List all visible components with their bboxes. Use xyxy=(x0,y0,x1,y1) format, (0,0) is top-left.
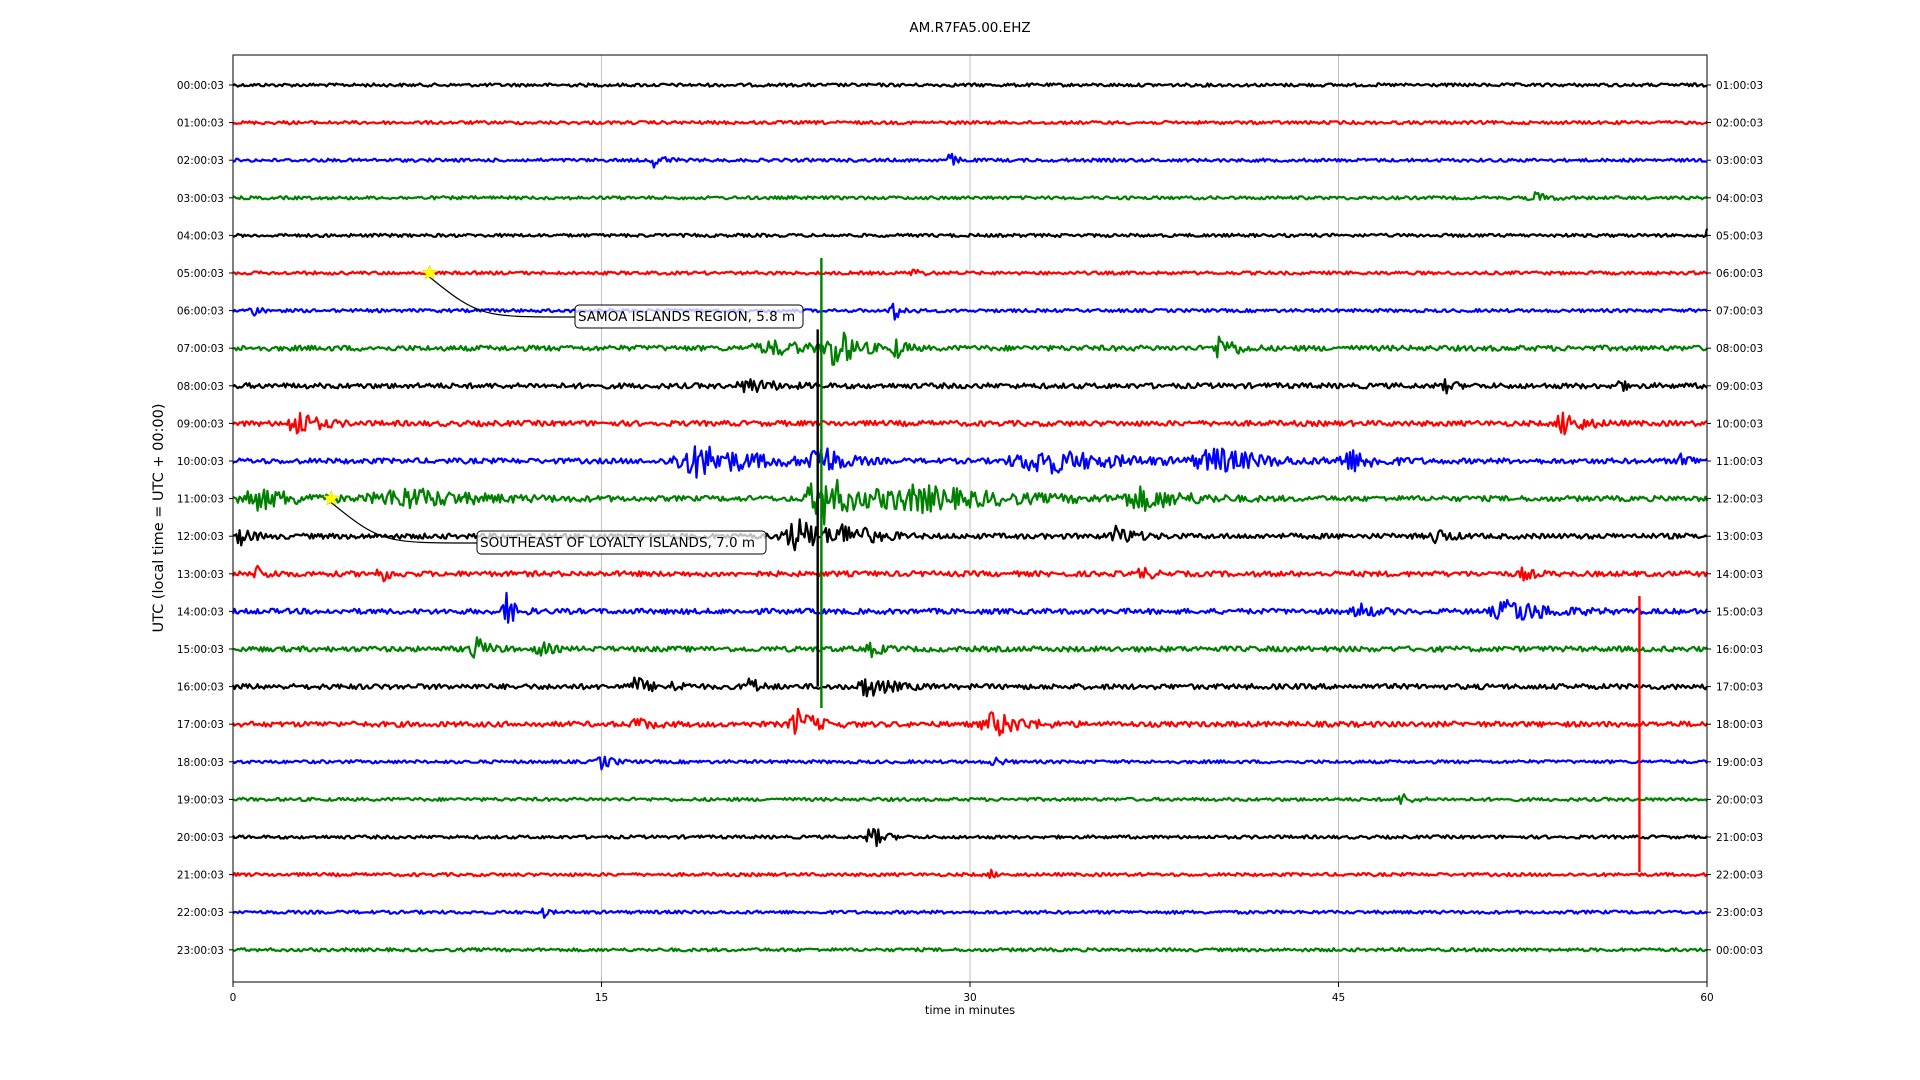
left-time-label: 22:00:03 xyxy=(177,907,224,919)
left-time-label: 17:00:03 xyxy=(177,719,224,731)
left-time-label: 06:00:03 xyxy=(177,306,224,318)
helicorder-plot: AM.R7FA5.00.EHZ 00:00:03 01:00:03 02:00:03… xyxy=(151,20,1763,1017)
right-time-label: 18:00:03 xyxy=(1716,719,1763,731)
right-time-label: 02:00:03 xyxy=(1716,118,1763,130)
right-time-label: 21:00:03 xyxy=(1716,832,1763,844)
left-time-label: 07:00:03 xyxy=(177,343,224,355)
left-time-label: 09:00:03 xyxy=(177,418,224,430)
right-time-label: 06:00:03 xyxy=(1716,268,1763,280)
left-time-label: 12:00:03 xyxy=(177,531,224,543)
right-time-label: 00:00:03 xyxy=(1716,945,1763,957)
right-time-label: 13:00:03 xyxy=(1716,531,1763,543)
right-time-label: 07:00:03 xyxy=(1716,306,1763,318)
right-time-label: 19:00:03 xyxy=(1716,757,1763,769)
left-time-label: 21:00:03 xyxy=(177,870,224,882)
left-time-label: 23:00:03 xyxy=(177,945,224,957)
right-time-label: 01:00:03 xyxy=(1716,80,1763,92)
event-label: SOUTHEAST OF LOYALTY ISLANDS, 7.0 m xyxy=(480,535,755,551)
y-axis-label: UTC (local time = UTC + 00:00) xyxy=(151,403,167,632)
right-time-label: 16:00:03 xyxy=(1716,644,1763,656)
left-time-label: 05:00:03 xyxy=(177,268,224,280)
right-time-label: 12:00:03 xyxy=(1716,494,1763,506)
right-time-label: 10:00:03 xyxy=(1716,418,1763,430)
left-time-label: 02:00:03 xyxy=(177,155,224,167)
right-time-label: 08:00:03 xyxy=(1716,343,1763,355)
left-time-label: 15:00:03 xyxy=(177,644,224,656)
right-time-label: 15:00:03 xyxy=(1716,606,1763,618)
left-time-label: 11:00:03 xyxy=(177,494,224,506)
left-time-label: 01:00:03 xyxy=(177,118,224,130)
right-time-label: 23:00:03 xyxy=(1716,907,1763,919)
x-axis-label: time in minutes xyxy=(925,1003,1015,1017)
x-tick-label: 0 xyxy=(230,992,237,1004)
right-time-label: 03:00:03 xyxy=(1716,155,1763,167)
left-time-label: 16:00:03 xyxy=(177,682,224,694)
left-time-label: 19:00:03 xyxy=(177,794,224,806)
left-time-label: 08:00:03 xyxy=(177,381,224,393)
left-time-label: 20:00:03 xyxy=(177,832,224,844)
x-tick-label: 60 xyxy=(1700,992,1713,1004)
left-time-label: 18:00:03 xyxy=(177,757,224,769)
right-time-label: 14:00:03 xyxy=(1716,569,1763,581)
event-label: SAMOA ISLANDS REGION, 5.8 m xyxy=(578,309,795,325)
chart-title: AM.R7FA5.00.EHZ xyxy=(909,20,1030,36)
right-time-label: 17:00:03 xyxy=(1716,682,1763,694)
left-time-label: 00:00:03 xyxy=(177,80,224,92)
left-time-label: 03:00:03 xyxy=(177,193,224,205)
left-time-label: 04:00:03 xyxy=(177,230,224,242)
left-time-label: 10:00:03 xyxy=(177,456,224,468)
right-time-label: 11:00:03 xyxy=(1716,456,1763,468)
right-time-label: 05:00:03 xyxy=(1716,230,1763,242)
left-time-label: 13:00:03 xyxy=(177,569,224,581)
x-tick-label: 45 xyxy=(1332,992,1345,1004)
right-time-label: 22:00:03 xyxy=(1716,870,1763,882)
right-time-label: 20:00:03 xyxy=(1716,794,1763,806)
right-time-label: 04:00:03 xyxy=(1716,193,1763,205)
right-time-label: 09:00:03 xyxy=(1716,381,1763,393)
x-tick-label: 15 xyxy=(595,992,608,1004)
left-time-label: 14:00:03 xyxy=(177,606,224,618)
